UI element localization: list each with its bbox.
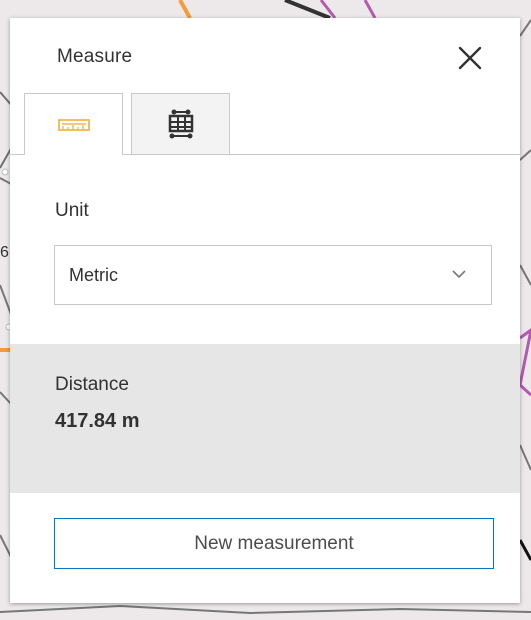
area-tab[interactable] — [131, 93, 230, 154]
distance-label: Distance — [55, 374, 129, 395]
new-measurement-button[interactable]: New measurement — [54, 518, 494, 569]
distance-tab[interactable] — [24, 93, 123, 155]
measure-tabs — [10, 93, 520, 155]
panel-title: Measure — [57, 46, 133, 67]
map-view[interactable]: 6 Measure Unit Metric Distance 417.84 m … — [0, 0, 531, 620]
map-label: 6 — [0, 244, 9, 261]
unit-label: Unit — [55, 200, 89, 221]
ruler-icon — [57, 118, 90, 131]
area-measure-icon — [168, 109, 193, 139]
measure-panel: Measure Unit Metric Distance 417.84 m Ne… — [10, 18, 520, 603]
measurement-result: Distance 417.84 m — [10, 344, 520, 493]
chevron-down-icon — [452, 270, 466, 279]
unit-selected-value: Metric — [69, 265, 118, 285]
measure-header: Measure — [10, 18, 520, 93]
unit-select[interactable]: Metric — [54, 245, 492, 305]
close-icon — [458, 46, 482, 70]
map-node — [1, 168, 9, 176]
close-button[interactable] — [452, 40, 488, 76]
distance-value: 417.84 m — [55, 410, 140, 432]
